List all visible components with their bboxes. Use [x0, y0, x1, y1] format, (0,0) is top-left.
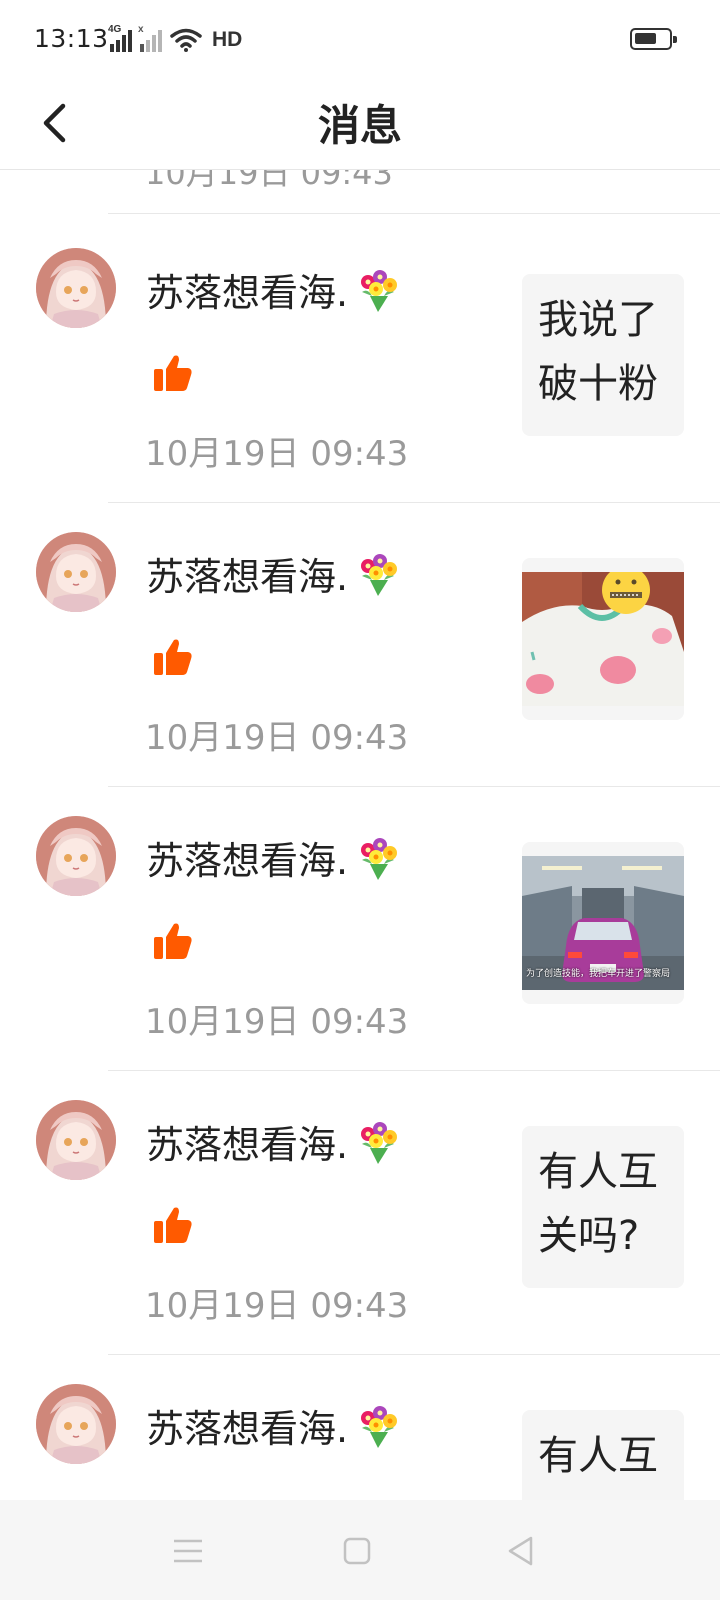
bouquet-emoji-icon	[361, 1405, 398, 1448]
status-time: 13:13	[34, 24, 109, 53]
home-square-icon[interactable]	[340, 1534, 374, 1568]
avatar[interactable]	[36, 1384, 116, 1464]
user-name-text: 苏落想看海.	[146, 555, 349, 599]
bouquet-emoji-icon	[361, 269, 398, 312]
status-bar: 13:13 4G x HD	[0, 0, 720, 78]
user-name[interactable]: 苏落想看海.	[146, 546, 402, 601]
post-text: 我说了破十粉	[538, 297, 658, 407]
avatar[interactable]	[36, 1100, 116, 1180]
thumbs-up-icon	[152, 1204, 194, 1246]
video-caption: 为了创造技能，我把车开进了警察局	[526, 969, 671, 979]
wifi-icon	[170, 28, 202, 52]
bouquet-emoji-icon	[361, 553, 398, 596]
partial-timestamp: 10月19日 09:43	[145, 170, 393, 192]
message-item[interactable]: 苏落想看海. 10月19日 09:43 有人互关吗?	[0, 1066, 720, 1355]
avatar[interactable]	[36, 816, 116, 896]
post-text: 有人互	[538, 1433, 658, 1479]
post-photo-thumbnail[interactable]	[522, 558, 684, 720]
user-name[interactable]: 苏落想看海.	[146, 1398, 402, 1453]
thumbs-up-icon	[152, 352, 194, 394]
back-triangle-icon[interactable]	[504, 1534, 538, 1568]
post-video-thumbnail[interactable]: 为了创造技能，我把车开进了警察局	[522, 842, 684, 1004]
user-name[interactable]: 苏落想看海.	[146, 262, 402, 317]
status-icons: 4G x HD	[108, 24, 243, 52]
user-name-text: 苏落想看海.	[146, 1123, 349, 1167]
user-name-text: 苏落想看海.	[146, 271, 349, 315]
message-list[interactable]: 10月19日 09:43 苏落想看海. 10月19日 09:43 我说了破十粉 苏…	[0, 170, 720, 1500]
post-text-thumbnail[interactable]: 有人互	[522, 1410, 684, 1500]
timestamp: 10月19日 09:43	[145, 1002, 409, 1042]
message-item[interactable]: 苏落想看海. 10月19日 09:43	[0, 498, 720, 787]
network-hd-label: HD	[212, 28, 243, 51]
user-name-text: 苏落想看海.	[146, 839, 349, 883]
avatar[interactable]	[36, 248, 116, 328]
message-item[interactable]: 苏落想看海. 10月19日 09:43 我说了破十粉	[0, 214, 720, 503]
battery-icon	[630, 28, 677, 50]
thumbs-up-icon	[152, 636, 194, 678]
system-nav-bar	[0, 1500, 720, 1600]
header: 消息	[0, 78, 720, 170]
bouquet-emoji-icon	[361, 1121, 398, 1164]
signal-icon-2: x	[138, 24, 162, 52]
post-text-thumbnail[interactable]: 我说了破十粉	[522, 274, 684, 436]
signal-icon: 4G	[108, 24, 132, 52]
post-text-thumbnail[interactable]: 有人互关吗?	[522, 1126, 684, 1288]
timestamp: 10月19日 09:43	[145, 718, 409, 758]
bouquet-emoji-icon	[361, 837, 398, 880]
timestamp: 10月19日 09:43	[145, 434, 409, 474]
post-text: 有人互关吗?	[538, 1149, 658, 1259]
timestamp: 10月19日 09:43	[145, 1286, 409, 1326]
message-item[interactable]: 苏落想看海. 有人互	[0, 1350, 720, 1500]
user-name[interactable]: 苏落想看海.	[146, 830, 402, 885]
page-title: 消息	[317, 101, 402, 150]
message-item[interactable]: 苏落想看海. 10月19日 09:43 为了创造技能，我把车开进了警察局	[0, 782, 720, 1071]
avatar[interactable]	[36, 532, 116, 612]
user-name[interactable]: 苏落想看海.	[146, 1114, 402, 1169]
menu-icon[interactable]	[171, 1534, 205, 1568]
thumbs-up-icon	[152, 920, 194, 962]
user-name-text: 苏落想看海.	[146, 1407, 349, 1451]
